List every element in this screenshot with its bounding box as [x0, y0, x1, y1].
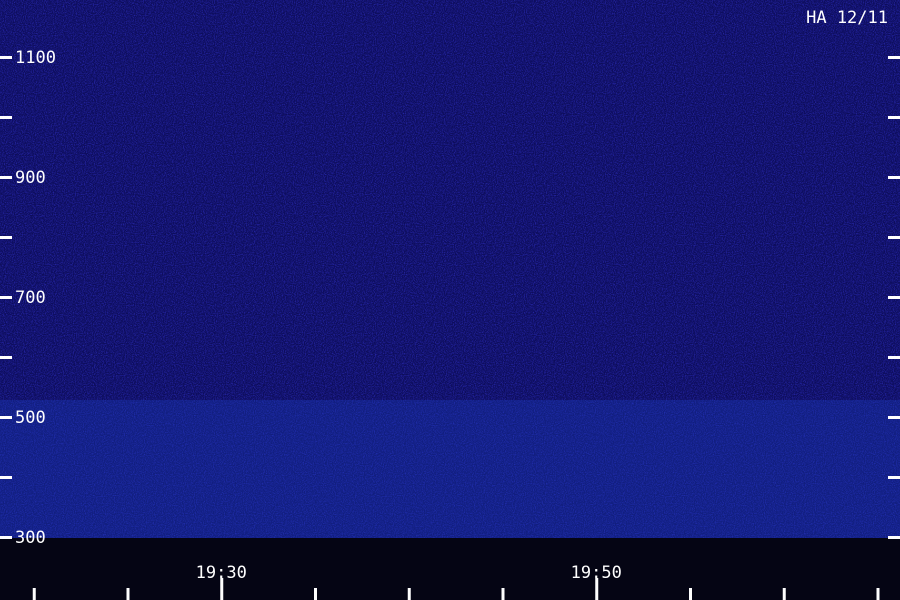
y-tick-mark — [0, 296, 12, 299]
station-label: HA 12/11 — [806, 8, 888, 28]
y-tick-mark — [888, 296, 900, 299]
y-tick-mark — [0, 536, 12, 539]
x-tick-mark — [876, 588, 880, 600]
y-tick-mark — [0, 176, 12, 179]
y-tick-label: 500 — [15, 408, 46, 428]
x-tick-mark — [501, 588, 505, 600]
y-tick-mark — [0, 56, 12, 59]
y-tick-mark — [0, 356, 12, 359]
y-tick-mark — [888, 416, 900, 419]
x-tick-mark — [314, 588, 317, 600]
y-tick-mark — [0, 236, 12, 239]
time-axis-strip — [0, 538, 900, 600]
y-tick-mark — [888, 236, 900, 239]
y-tick-label: 1100 — [15, 48, 56, 68]
y-tick-mark — [888, 356, 900, 359]
x-tick-label: 19:30 — [196, 563, 247, 583]
x-tick-mark — [32, 588, 36, 600]
y-tick-mark — [888, 536, 900, 539]
y-tick-mark — [888, 176, 900, 179]
spectrogram-chart: 300500700900110019:1019:3019:50 HA 12/11 — [0, 0, 900, 600]
x-tick-mark — [126, 588, 130, 600]
x-tick-mark — [782, 588, 786, 600]
lower-band-glow — [0, 400, 900, 538]
x-tick-mark — [407, 588, 411, 600]
y-tick-mark — [888, 116, 900, 119]
y-tick-label: 300 — [15, 528, 46, 548]
y-tick-label: 700 — [15, 288, 46, 308]
y-tick-mark — [0, 476, 12, 479]
y-tick-mark — [0, 416, 12, 419]
x-tick-label: 19:50 — [571, 563, 622, 583]
y-tick-mark — [888, 476, 900, 479]
y-tick-label: 900 — [15, 168, 46, 188]
y-tick-mark — [888, 56, 900, 59]
y-tick-mark — [0, 116, 12, 119]
x-tick-mark — [689, 588, 692, 600]
